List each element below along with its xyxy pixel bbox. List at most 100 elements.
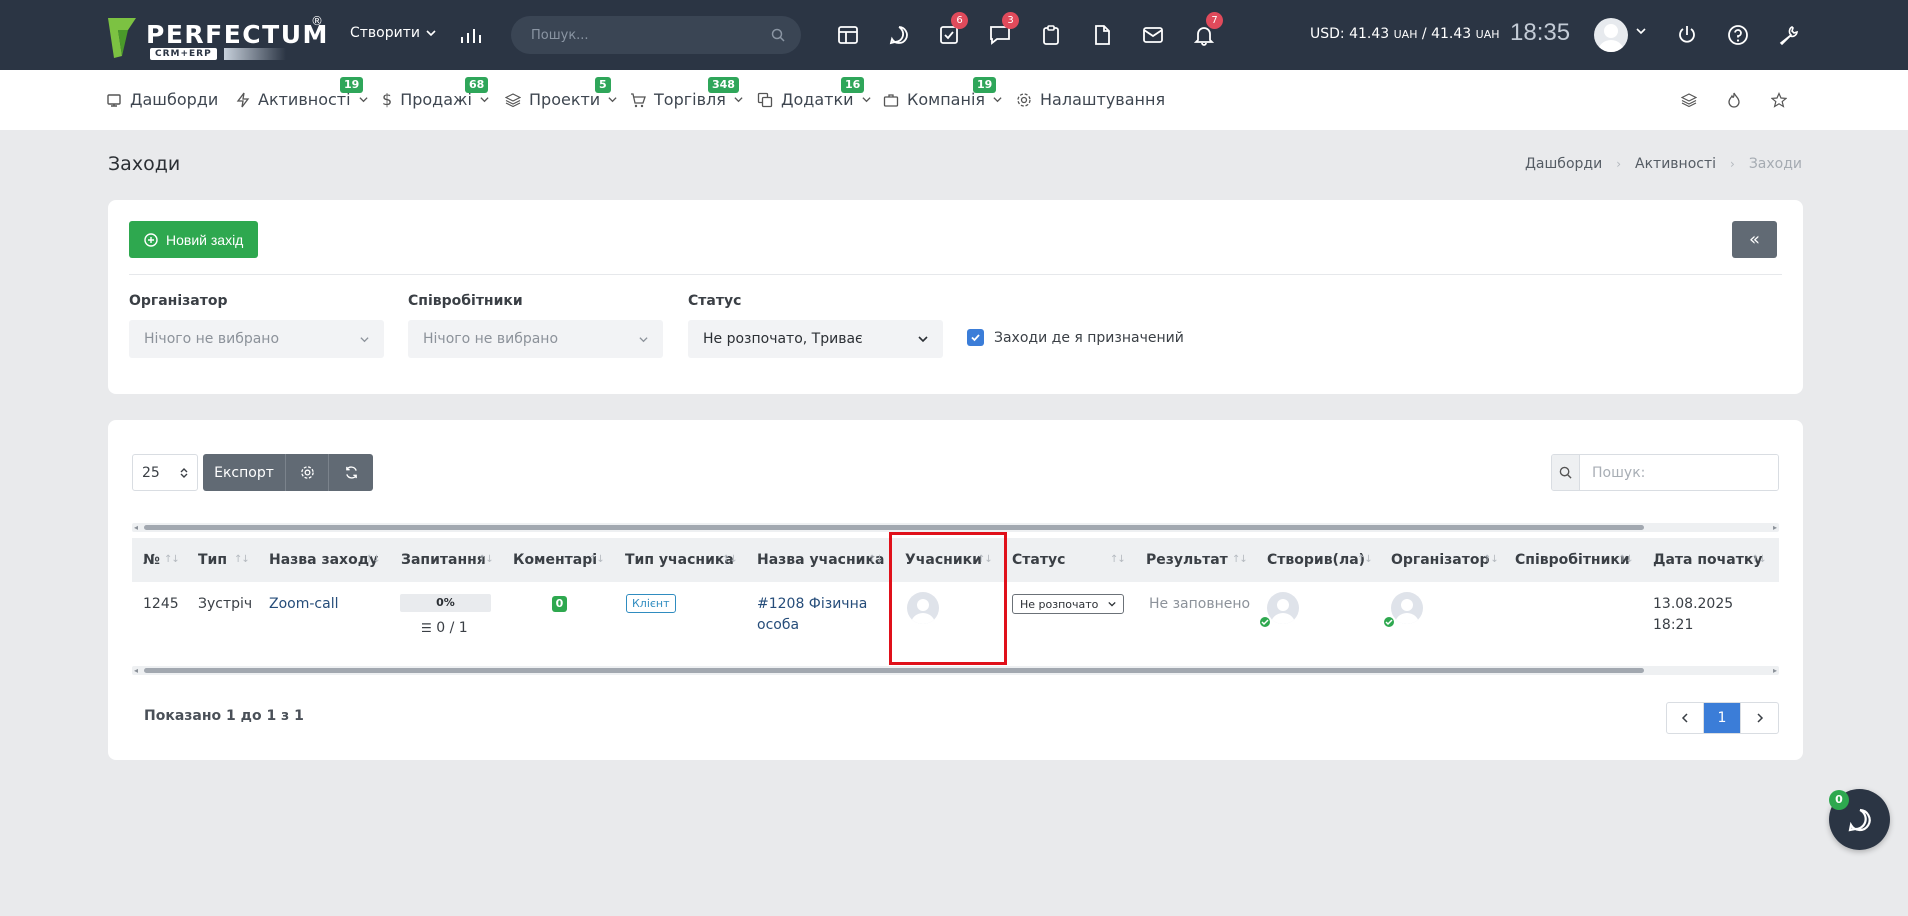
column-header-comments[interactable]: Коментарі: [513, 552, 597, 568]
user-avatar[interactable]: [1594, 18, 1628, 52]
bell-icon[interactable]: 7: [1190, 12, 1223, 49]
star-icon[interactable]: [1767, 88, 1791, 112]
breadcrumb-item[interactable]: Дашборди: [1525, 156, 1602, 172]
messages-icon[interactable]: 3: [986, 12, 1019, 49]
column-header-participant-name[interactable]: Назва учасника: [757, 552, 884, 568]
column-header-type[interactable]: Тип: [198, 552, 227, 568]
column-header-participants[interactable]: Учасники: [905, 552, 982, 568]
sort-icon[interactable]: ↑↓: [977, 554, 993, 565]
layout-icon[interactable]: [834, 21, 862, 49]
column-header-questions[interactable]: Запитання: [401, 552, 486, 568]
sort-icon[interactable]: ↑↓: [1232, 554, 1248, 565]
new-event-button[interactable]: Новий захід: [129, 221, 259, 258]
column-header-employees[interactable]: Співробітники: [1515, 552, 1630, 568]
column-header-start-date[interactable]: Дата початку: [1653, 552, 1762, 568]
next-page-button[interactable]: [1741, 703, 1778, 733]
refresh-button[interactable]: [329, 454, 373, 491]
currency-separator: /: [1417, 26, 1432, 42]
column-settings-button[interactable]: [286, 454, 329, 491]
sort-icon[interactable]: ↑↓: [1110, 554, 1126, 565]
export-button[interactable]: Експорт: [203, 454, 286, 491]
horizontal-scrollbar-bottom[interactable]: ◂ ▸: [132, 666, 1779, 675]
row-status-select[interactable]: Не розпочато: [1012, 594, 1124, 614]
comments-count-badge[interactable]: 0: [552, 596, 567, 612]
nav-item-sales[interactable]: $ Продажі 68: [382, 77, 489, 109]
scrollbar-thumb[interactable]: [144, 668, 1644, 673]
assigned-to-me-checkbox[interactable]: Заходи де я призначений: [967, 329, 1184, 346]
scroll-left-icon[interactable]: ◂: [134, 523, 138, 532]
mail-icon[interactable]: [1139, 21, 1167, 49]
chevron-down-icon: [639, 336, 648, 342]
search-icon[interactable]: [771, 28, 785, 42]
column-header-participant-type[interactable]: Тип учасника: [625, 552, 734, 568]
nav-item-company[interactable]: Компанія 19: [883, 77, 1002, 109]
column-header-result[interactable]: Результат: [1146, 552, 1228, 568]
nav-item-projects[interactable]: Проекти 5: [505, 77, 617, 109]
sort-icon[interactable]: ↑↓: [868, 554, 884, 565]
column-header-created-by[interactable]: Створив(ла): [1267, 552, 1365, 568]
stats-icon[interactable]: [457, 21, 485, 49]
fire-icon[interactable]: [1722, 88, 1746, 112]
logo[interactable]: PERFECTUM ® CRM+ERP: [106, 14, 327, 62]
collapse-filters-button[interactable]: «: [1732, 221, 1777, 258]
table-search-input[interactable]: [1580, 455, 1778, 490]
participant-name-link-line2[interactable]: особа: [757, 617, 799, 633]
sort-icon[interactable]: ↑↓: [478, 554, 494, 565]
column-header-event-name[interactable]: Назва заходу: [269, 552, 378, 568]
nav-item-trade[interactable]: Торгівля 348: [630, 77, 743, 109]
page-size-select[interactable]: 25: [132, 454, 198, 491]
column-header-number[interactable]: №: [143, 552, 160, 568]
employees-select[interactable]: Нічого не вибрано: [408, 320, 663, 358]
chat-icon[interactable]: [885, 21, 913, 49]
power-icon[interactable]: [1673, 21, 1701, 49]
sort-icon[interactable]: ↑↓: [1751, 554, 1767, 565]
task-check-icon[interactable]: 6: [935, 12, 968, 49]
status-select[interactable]: Не розпочато, Триває: [688, 320, 943, 358]
chevron-down-icon[interactable]: [1636, 26, 1646, 36]
scroll-left-icon[interactable]: ◂: [134, 666, 138, 675]
sort-icon[interactable]: ↑↓: [1483, 554, 1499, 565]
clipboard-icon[interactable]: [1037, 21, 1065, 49]
participant-name-link[interactable]: #1208 Фізична: [757, 596, 867, 612]
wrench-icon[interactable]: [1775, 21, 1803, 49]
organizer-avatar[interactable]: [1391, 592, 1423, 624]
nav-item-dashboards[interactable]: Дашборди: [106, 90, 218, 109]
scroll-right-icon[interactable]: ▸: [1773, 523, 1777, 532]
sort-icon[interactable]: ↑↓: [722, 554, 738, 565]
table-search[interactable]: [1551, 454, 1779, 491]
nav-label: Компанія: [907, 90, 986, 109]
nav-item-addons[interactable]: Додатки 16: [757, 77, 871, 109]
sort-icon[interactable]: ↑↓: [234, 554, 250, 565]
global-search[interactable]: [511, 16, 801, 54]
organizer-select[interactable]: Нічого не вибрано: [129, 320, 384, 358]
participant-avatar[interactable]: [907, 592, 939, 624]
sort-icon[interactable]: ↑↓: [365, 554, 381, 565]
cell-event-name-link[interactable]: Zoom-call: [269, 596, 338, 612]
scroll-right-icon[interactable]: ▸: [1773, 666, 1777, 675]
nav-item-settings[interactable]: Налаштування: [1016, 90, 1165, 109]
nav-badge: 5: [595, 77, 611, 93]
sort-icon[interactable]: ↑↓: [1357, 554, 1373, 565]
breadcrumb-item[interactable]: Активності: [1635, 156, 1716, 172]
layers-icon[interactable]: [1677, 88, 1701, 112]
global-search-input[interactable]: [531, 27, 771, 43]
scrollbar-thumb[interactable]: [144, 525, 1644, 530]
prev-page-button[interactable]: [1667, 703, 1704, 733]
help-icon[interactable]: [1724, 21, 1752, 49]
created-by-avatar[interactable]: [1267, 592, 1299, 624]
cell-type: Зустріч: [198, 596, 253, 612]
sort-icon[interactable]: ↑↓: [589, 554, 605, 565]
sort-icon[interactable]: ↑↓: [164, 554, 180, 565]
page-button-current[interactable]: 1: [1704, 703, 1741, 733]
breadcrumb: Дашборди › Активності › Заходи: [1525, 156, 1802, 172]
horizontal-scrollbar-top[interactable]: ◂ ▸: [132, 523, 1779, 532]
checkbox-checked-icon[interactable]: [967, 329, 984, 346]
sort-icon[interactable]: ↑↓: [1618, 554, 1634, 565]
column-header-organizer[interactable]: Організатор: [1391, 552, 1490, 568]
column-header-status[interactable]: Статус: [1012, 552, 1065, 568]
nav-item-activities[interactable]: Активності 19: [236, 77, 368, 109]
participant-type-badge[interactable]: Клієнт: [626, 594, 676, 613]
create-menu[interactable]: Створити: [350, 25, 436, 41]
document-icon[interactable]: [1088, 21, 1116, 49]
table-row[interactable]: 1245 Зустріч Zoom-call 0% ☰ 0 / 1 0 Кліє…: [132, 582, 1779, 662]
